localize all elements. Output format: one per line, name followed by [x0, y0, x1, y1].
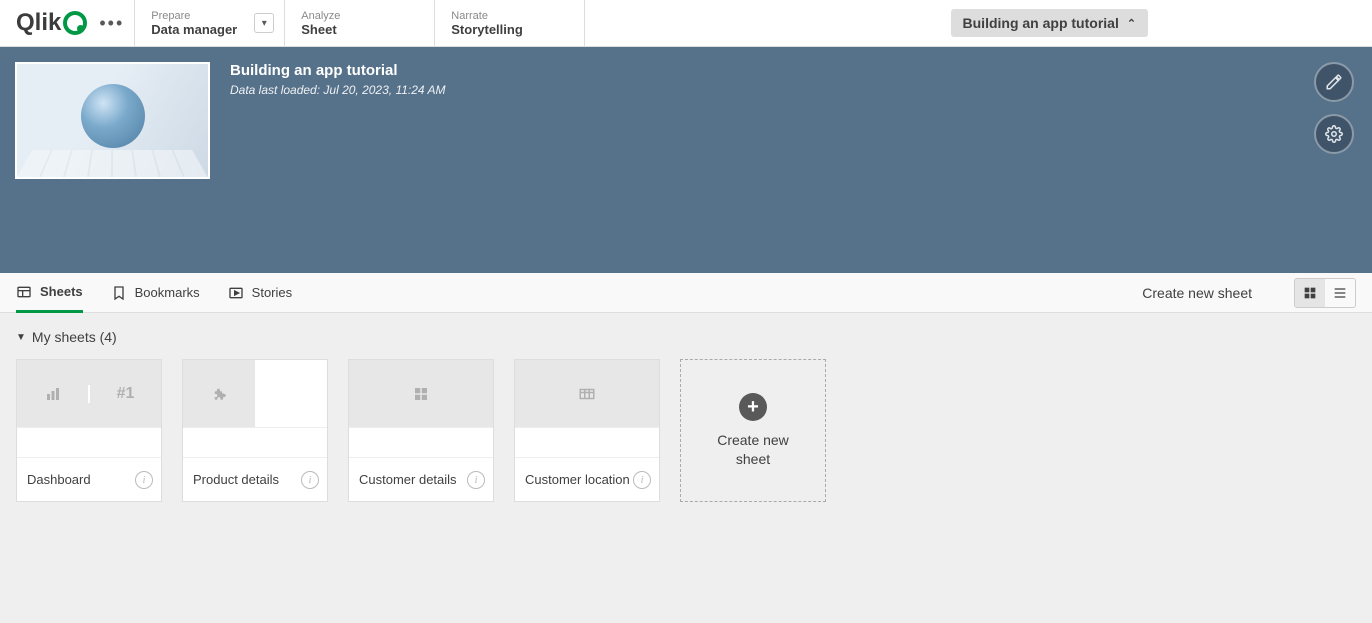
- app-title: Building an app tutorial: [230, 62, 445, 79]
- sheet-name: Customer location: [525, 472, 630, 487]
- tab-bookmarks[interactable]: Bookmarks: [111, 273, 200, 312]
- play-icon: [228, 285, 244, 301]
- nav-bottom-label: Data manager: [151, 22, 268, 37]
- list-icon: [1332, 285, 1348, 301]
- nav-bottom-label: Sheet: [301, 22, 418, 37]
- info-icon[interactable]: i: [135, 471, 153, 489]
- sheet-cards: #1 Dashboard i Product details i: [16, 359, 1356, 502]
- sheet-card-dashboard[interactable]: #1 Dashboard i: [16, 359, 162, 502]
- sheet-card-customer-location[interactable]: Customer location i: [514, 359, 660, 502]
- nav-prepare[interactable]: Prepare Data manager ▾: [135, 0, 285, 46]
- plus-circle-icon: +: [739, 393, 767, 421]
- sheet-card-customer-details[interactable]: Customer details i: [348, 359, 494, 502]
- nav-top-label: Prepare: [151, 10, 268, 22]
- collapse-triangle-icon: ▼: [16, 332, 26, 343]
- info-icon[interactable]: i: [633, 471, 651, 489]
- kpi-placeholder-icon: #1: [117, 385, 135, 403]
- nav-bottom-label: Storytelling: [451, 22, 568, 37]
- content-area: ▼ My sheets (4) #1 Dashboard i: [0, 313, 1372, 623]
- qlik-logo[interactable]: Qlik: [16, 9, 87, 37]
- sheet-card-product-details[interactable]: Product details i: [182, 359, 328, 502]
- tab-label: Sheets: [40, 284, 83, 299]
- nav-analyze[interactable]: Analyze Sheet: [285, 0, 435, 46]
- settings-button[interactable]: [1314, 114, 1354, 154]
- sheet-name: Customer details: [359, 472, 457, 487]
- bar-chart-icon: [44, 385, 62, 403]
- chevron-up-icon: ⌃: [1127, 17, 1136, 30]
- chevron-down-icon[interactable]: ▾: [254, 13, 274, 33]
- sheet-preview: [349, 360, 493, 427]
- sheet-preview: #1: [17, 360, 161, 427]
- gear-icon: [1325, 125, 1343, 143]
- bookmark-icon: [111, 285, 127, 301]
- grid-icon: [1302, 285, 1318, 301]
- more-menu-icon[interactable]: •••: [99, 13, 124, 34]
- grid-chart-icon: [412, 385, 430, 403]
- tab-bar: Sheets Bookmarks Stories Create new shee…: [0, 273, 1372, 313]
- sheet-name: Product details: [193, 472, 279, 487]
- create-new-sheet-card[interactable]: + Create newsheet: [680, 359, 826, 502]
- tab-sheets[interactable]: Sheets: [16, 274, 83, 313]
- nav-top-label: Analyze: [301, 10, 418, 22]
- sheets-icon: [16, 284, 32, 300]
- app-thumbnail: [15, 62, 210, 179]
- list-view-button[interactable]: [1325, 279, 1355, 307]
- info-icon[interactable]: i: [467, 471, 485, 489]
- create-card-label: Create newsheet: [717, 431, 789, 467]
- logo-q-icon: [63, 11, 87, 35]
- hero-actions: [1314, 62, 1354, 154]
- table-icon: [578, 385, 596, 403]
- tab-label: Bookmarks: [135, 285, 200, 300]
- tab-stories[interactable]: Stories: [228, 273, 292, 312]
- grid-view-button[interactable]: [1295, 279, 1325, 307]
- logo-cell: Qlik •••: [0, 0, 135, 46]
- create-new-sheet-link[interactable]: Create new sheet: [1142, 285, 1252, 301]
- top-bar: Qlik ••• Prepare Data manager ▾ Analyze …: [0, 0, 1372, 47]
- info-icon[interactable]: i: [301, 471, 319, 489]
- edit-button[interactable]: [1314, 62, 1354, 102]
- nav-top-label: Narrate: [451, 10, 568, 22]
- view-toggle: [1294, 278, 1356, 308]
- hero-text-block: Building an app tutorial Data last loade…: [210, 62, 445, 258]
- sheet-name: Dashboard: [27, 472, 91, 487]
- app-hero: Building an app tutorial Data last loade…: [0, 47, 1372, 273]
- sheet-preview: [183, 360, 327, 427]
- section-title: My sheets (4): [32, 329, 117, 345]
- nav-narrate[interactable]: Narrate Storytelling: [435, 0, 585, 46]
- tab-label: Stories: [252, 285, 292, 300]
- sheet-preview: [515, 360, 659, 427]
- breadcrumb-button[interactable]: Building an app tutorial ⌃: [951, 9, 1149, 37]
- last-loaded-text: Data last loaded: Jul 20, 2023, 11:24 AM: [230, 83, 445, 97]
- logo-text: Qlik: [16, 9, 61, 37]
- puzzle-icon: [210, 385, 228, 403]
- pencil-icon: [1325, 73, 1343, 91]
- my-sheets-header[interactable]: ▼ My sheets (4): [16, 329, 1356, 345]
- breadcrumb-label: Building an app tutorial: [963, 15, 1119, 31]
